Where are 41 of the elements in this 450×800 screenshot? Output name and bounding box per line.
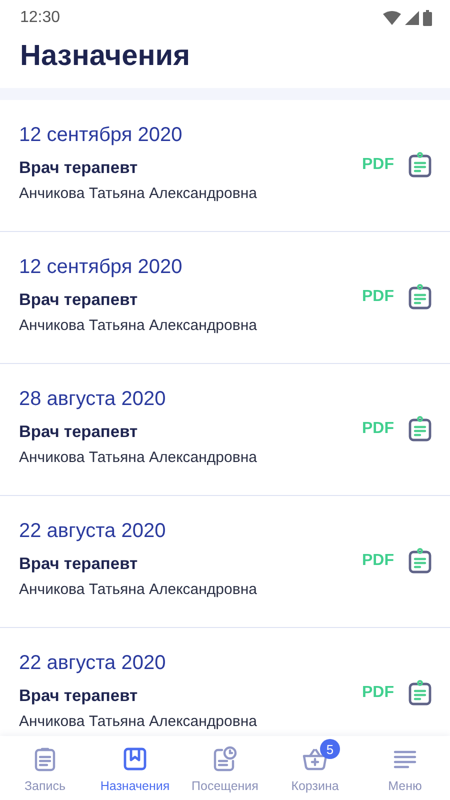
doctor-name: Анчикова Татьяна Александровна [19,448,258,468]
doctor-name: Анчикова Татьяна Александровна [19,316,258,336]
appointment-date: 12 сентября 2020 [19,123,184,148]
clipboard-icon[interactable] [408,416,432,442]
pdf-link[interactable]: PDF [362,288,394,306]
nav-tab[interactable]: Запись [24,779,66,793]
doctor-name: Анчикова Татьяна Александровна [19,184,258,204]
clipboard-icon[interactable] [408,680,432,706]
document-clock-icon[interactable] [212,746,238,772]
doctor-name: Анчикова Татьяна Александровна [19,712,258,732]
appointment-date: 22 августа 2020 [19,651,167,676]
clipboard-icon[interactable] [408,284,432,310]
clipboard-icon[interactable] [408,548,432,574]
doctor-specialty: Врач терапевт [19,290,139,311]
pdf-link[interactable]: PDF [362,552,394,570]
signal-icon [405,11,419,25]
appointment-date: 12 сентября 2020 [19,255,184,280]
doctor-name: Анчикова Татьяна Александровна [19,580,258,600]
appointment-date: 22 августа 2020 [19,519,167,544]
clipboard-icon[interactable] [408,152,432,178]
nav-tab[interactable]: Корзина [291,779,339,793]
pdf-link[interactable]: PDF [362,156,394,174]
clipboard-icon[interactable] [34,746,56,772]
doctor-specialty: Врач терапевт [19,158,139,179]
pdf-link[interactable]: PDF [362,420,394,438]
pdf-link[interactable]: PDF [362,684,394,702]
doctor-specialty: Врач терапевт [19,686,139,707]
menu-icon[interactable] [393,749,417,769]
doctor-specialty: Врач терапевт [19,554,139,575]
nav-tab[interactable]: Назначения [100,779,170,793]
battery-icon [423,10,432,26]
page-title: Назначения [19,39,191,74]
doctor-specialty: Врач терапевт [19,422,139,443]
nav-tab[interactable]: Меню [388,779,422,793]
wifi-icon [383,11,401,25]
status-time: 12:30 [20,9,60,27]
bookmark-icon[interactable] [123,747,147,771]
nav-tab[interactable]: Посещения [192,779,258,793]
count-badge: 5 [320,739,340,759]
appointment-date: 28 августа 2020 [19,387,167,412]
basket-icon[interactable] [302,747,328,771]
